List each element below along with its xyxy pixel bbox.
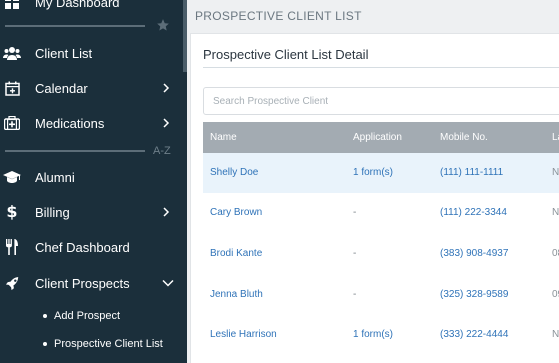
nav-alumni[interactable]: Alumni xyxy=(0,162,183,192)
nav-chef-dashboard[interactable]: Chef Dashboard xyxy=(0,232,183,262)
nav-billing[interactable]: $ Billing xyxy=(0,197,183,227)
sub-item-prospective-client-list[interactable]: Prospective Client List xyxy=(43,334,163,354)
application-count: - xyxy=(353,248,357,259)
calendar-add-icon xyxy=(4,80,20,96)
last-cell: 09 xyxy=(552,289,559,300)
chevron-down-icon xyxy=(162,278,174,288)
nav-label: My Dashboard xyxy=(35,0,120,10)
nav-client-list[interactable]: Client List xyxy=(0,38,183,68)
nav-label: Client Prospects xyxy=(35,275,130,291)
medkit-icon xyxy=(4,115,20,131)
users-icon xyxy=(3,45,21,61)
page-title: PROSPECTIVE CLIENT LIST xyxy=(195,9,362,23)
client-name[interactable]: Jenna Bluth xyxy=(210,275,263,315)
bullet-dot xyxy=(43,342,47,346)
mobile-number[interactable]: (333) 222-4444 xyxy=(440,315,508,355)
application-count: - xyxy=(353,289,357,300)
client-name[interactable]: Leslie Harrison xyxy=(210,315,277,355)
nav-calendar[interactable]: Calendar xyxy=(0,73,183,103)
bullet-dot xyxy=(43,314,47,318)
sub-item-label: Prospective Client List xyxy=(54,338,163,350)
table-row[interactable]: Jenna Bluth - (325) 328-9589 09 xyxy=(203,275,559,315)
sub-item-label: Add Prospect xyxy=(54,310,121,322)
nav-label: Chef Dashboard xyxy=(35,239,130,255)
mobile-number[interactable]: (111) 222-3344 xyxy=(440,193,507,233)
client-name[interactable]: Brodi Kante xyxy=(210,234,262,274)
mobile-number[interactable]: (383) 908-4937 xyxy=(440,234,508,274)
chevron-right-icon xyxy=(161,207,171,217)
chevron-right-icon xyxy=(161,83,171,93)
column-header-name[interactable]: Name xyxy=(210,122,237,153)
nav-client-prospects[interactable]: Client Prospects xyxy=(0,268,183,298)
application-count[interactable]: 1 form(s) xyxy=(353,153,393,193)
cutlery-icon xyxy=(4,239,20,255)
table-row[interactable]: Leslie Harrison 1 form(s) (333) 222-4444… xyxy=(203,315,559,355)
sidebar: My Dashboard Client List Calendar Medica… xyxy=(0,0,187,363)
mobile-number[interactable]: (111) 111-1111 xyxy=(440,153,503,193)
table-row[interactable]: Shelly Doe 1 form(s) (111) 111-1111 N/ xyxy=(203,153,559,193)
nav-my-dashboard[interactable]: My Dashboard xyxy=(0,0,183,17)
sort-az-label[interactable]: A-Z xyxy=(153,145,171,157)
last-cell: N/ xyxy=(552,207,559,218)
search-input[interactable] xyxy=(203,87,559,115)
main-content: PROSPECTIVE CLIENT LIST Prospective Clie… xyxy=(187,0,559,363)
nav-label: Calendar xyxy=(35,80,88,96)
nav-medications[interactable]: Medications xyxy=(0,108,183,138)
nav-label: Client List xyxy=(35,45,93,61)
divider xyxy=(5,150,145,152)
dollar-icon: $ xyxy=(6,202,18,221)
sub-item-add-prospect[interactable]: Add Prospect xyxy=(43,306,120,326)
last-cell: 08 xyxy=(552,248,559,259)
divider xyxy=(5,25,145,27)
dashboard-icon xyxy=(4,0,20,10)
table-row[interactable]: Brodi Kante - (383) 908-4937 08 xyxy=(203,234,559,274)
client-name[interactable]: Cary Brown xyxy=(210,193,262,233)
table-row[interactable]: Cary Brown - (111) 222-3344 N/ xyxy=(203,193,559,233)
client-name[interactable]: Shelly Doe xyxy=(210,153,258,193)
card-title: Prospective Client List Detail xyxy=(203,47,369,62)
last-cell: N/ xyxy=(552,329,559,340)
card-divider xyxy=(203,67,559,68)
nav-label: Medications xyxy=(35,115,105,131)
client-list-card: Prospective Client List Detail Name Appl… xyxy=(190,33,559,363)
chevron-right-icon xyxy=(161,118,171,128)
star-icon[interactable] xyxy=(156,18,170,35)
table-header: Name Application Mobile No. La xyxy=(203,122,559,153)
nav-label: Billing xyxy=(35,204,70,220)
rocket-icon xyxy=(4,275,20,291)
graduation-cap-icon xyxy=(3,169,21,185)
application-count[interactable]: 1 form(s) xyxy=(353,315,393,355)
column-header-mobile[interactable]: Mobile No. xyxy=(440,122,488,153)
mobile-number[interactable]: (325) 328-9589 xyxy=(440,275,508,315)
last-cell: N/ xyxy=(552,167,559,178)
column-header-application[interactable]: Application xyxy=(353,122,402,153)
nav-label: Alumni xyxy=(35,169,75,185)
application-count: - xyxy=(353,207,357,218)
column-header-last[interactable]: La xyxy=(552,122,559,153)
